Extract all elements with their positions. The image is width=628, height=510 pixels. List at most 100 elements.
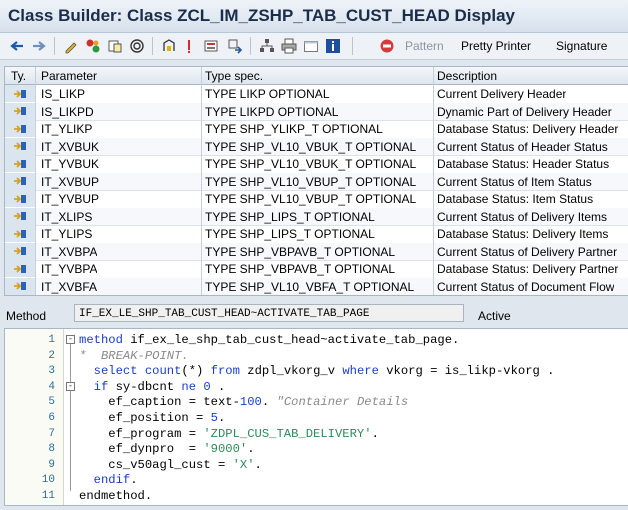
code-line[interactable]: 5 ef_caption = text-100. "Container Deta…: [5, 395, 628, 411]
table-row[interactable]: IT_XVBUK TYPE SHP_VL10_VBUK_T OPTIONAL Cur…: [5, 137, 628, 156]
line-number: 2: [48, 349, 55, 362]
code-token: ef_dynpro =: [79, 442, 204, 457]
table-row[interactable]: IT_YVBUP TYPE SHP_VL10_VBUP_T OPTIONAL Dat…: [5, 190, 628, 209]
line-number: 11: [41, 490, 55, 502]
abap-editor[interactable]: 1- method if_ex_le_shp_tab_cust_head~acti…: [4, 328, 628, 506]
code-text: ef_position = 5.: [79, 411, 225, 427]
code-line[interactable]: 11 endmethod.: [5, 489, 628, 505]
code-line[interactable]: 9 cs_v50agl_cust = 'X'.: [5, 458, 628, 474]
code-token: .: [371, 426, 379, 441]
hierarchy-icon[interactable]: [258, 37, 276, 55]
window-title: Class Builder: Class ZCL_IM_ZSHP_TAB_CUS…: [8, 6, 515, 25]
param-description: Current Status of Item Status: [437, 174, 592, 189]
code-line[interactable]: 3 select count(*) from zdpl_vkorg_v wher…: [5, 364, 628, 380]
code-token: 5: [210, 411, 218, 425]
code-token: * BREAK-POINT.: [79, 348, 189, 363]
param-description: Current Delivery Header: [437, 87, 567, 101]
pretty-printer-button[interactable]: Pretty Printer: [461, 39, 531, 53]
activate-icon[interactable]: [106, 37, 124, 55]
code-text: ef_program = 'ZDPL_CUS_TAB_DELIVERY'.: [79, 427, 379, 443]
print-icon[interactable]: [280, 37, 298, 55]
pattern-button[interactable]: Pattern: [405, 39, 444, 53]
importing-param-icon: [5, 242, 35, 260]
importing-param-icon: [5, 260, 35, 277]
param-description: Current Status of Delivery Items: [437, 209, 608, 224]
param-type-spec: TYPE SHP_LIPS_T OPTIONAL: [205, 227, 375, 241]
code-line[interactable]: 2 * BREAK-POINT.: [5, 349, 628, 365]
param-description: Database Status: Delivery Header: [437, 122, 619, 136]
line-number: 8: [48, 443, 55, 456]
header-parameter[interactable]: Parameter: [41, 69, 97, 83]
code-line[interactable]: 10 endif.: [5, 473, 628, 489]
fold-toggle-icon[interactable]: -: [66, 335, 75, 344]
param-type-spec: TYPE SHP_VBPAVB_T OPTIONAL: [205, 262, 396, 276]
where-used-icon[interactable]: [128, 37, 146, 55]
back-icon[interactable]: [8, 37, 26, 55]
table-row[interactable]: IT_XVBFA TYPE SHP_VL10_VBFA_T OPTIONAL Cur…: [5, 277, 628, 295]
code-token: ef_caption = text-: [79, 395, 240, 410]
display-change-icon[interactable]: [84, 37, 102, 55]
param-name: IT_YLIPS: [41, 227, 93, 241]
code-token: vkorg = is_likp-vkorg .: [378, 364, 555, 379]
code-line[interactable]: 7 ef_program = 'ZDPL_CUS_TAB_DELIVERY'.: [5, 427, 628, 443]
code-token: .: [210, 379, 226, 394]
importing-param-icon: [5, 190, 35, 207]
code-token: from: [210, 364, 240, 379]
object-list-icon[interactable]: [182, 37, 196, 55]
header-type-spec[interactable]: Type spec.: [205, 69, 263, 83]
code-line[interactable]: 1 - method if_ex_le_shp_tab_cust_head~acti…: [5, 333, 628, 349]
table-row[interactable]: IT_YLIPS TYPE SHP_LIPS_T OPTIONAL Database…: [5, 225, 628, 244]
code-token: zdpl_vkorg_v: [239, 364, 343, 379]
importing-param-icon: [5, 277, 35, 295]
signature-button[interactable]: Signature: [556, 39, 607, 53]
importing-param-icon: [5, 225, 35, 242]
code-token: 'ZDPL_CUS_TAB_DELIVERY': [203, 426, 372, 441]
info-icon[interactable]: [324, 37, 342, 55]
header-ty[interactable]: Ty.: [11, 69, 26, 83]
code-token: select count: [93, 364, 182, 379]
param-description: Current Status of Delivery Partner: [437, 244, 618, 259]
test-icon[interactable]: [160, 37, 178, 55]
table-row[interactable]: IT_YVBUK TYPE SHP_VL10_VBUK_T OPTIONAL Dat…: [5, 155, 628, 174]
param-type-spec: TYPE SHP_VL10_VBUK_T OPTIONAL: [205, 157, 417, 171]
code-token: '9000': [203, 442, 248, 457]
importing-param-icon: [5, 207, 35, 225]
code-line[interactable]: 4 - if sy-dbcnt ne 0 .: [5, 380, 628, 396]
param-description: Database Status: Delivery Partner: [437, 262, 619, 276]
param-name: IT_XVBFA: [41, 279, 98, 294]
pattern-icon: [378, 37, 396, 55]
importing-param-icon: [5, 172, 35, 190]
header-description[interactable]: Description: [437, 69, 497, 83]
code-token: sy-dbcnt: [108, 379, 182, 394]
breakpoint-icon[interactable]: [202, 37, 220, 55]
line-number: 1: [48, 334, 55, 346]
table-row[interactable]: IT_XVBPA TYPE SHP_VBPAVB_T OPTIONAL Curren…: [5, 242, 628, 261]
fullscreen-icon[interactable]: [302, 37, 320, 55]
code-text: ef_dynpro = '9000'.: [79, 442, 254, 458]
navigate-icon[interactable]: [226, 37, 244, 55]
line-number: 9: [48, 458, 55, 471]
table-row[interactable]: IT_XLIPS TYPE SHP_LIPS_T OPTIONAL Current …: [5, 207, 628, 226]
code-token: ef_position =: [79, 411, 211, 425]
line-number: 10: [41, 474, 55, 487]
table-body: IS_LIKP TYPE LIKP OPTIONAL Current Deliver…: [5, 85, 628, 295]
param-type-spec: TYPE SHP_YLIKP_T OPTIONAL: [205, 122, 383, 136]
param-description: Database Status: Header Status: [437, 157, 610, 171]
code-line[interactable]: 8 ef_dynpro = '9000'.: [5, 442, 628, 458]
param-name: IT_YVBUP: [41, 192, 100, 206]
code-line[interactable]: 6 ef_position = 5.: [5, 411, 628, 427]
table-row[interactable]: IT_XVBUP TYPE SHP_VL10_VBUP_T OPTIONAL Cur…: [5, 172, 628, 191]
edit-icon[interactable]: [62, 37, 80, 55]
fold-toggle-icon[interactable]: -: [66, 381, 75, 391]
param-name: IT_YVBPA: [41, 262, 98, 276]
table-row[interactable]: IT_YLIKP TYPE SHP_YLIKP_T OPTIONAL Databas…: [5, 120, 628, 139]
forward-icon[interactable]: [30, 37, 48, 55]
param-name: IT_XLIPS: [41, 209, 93, 224]
method-name-field[interactable]: IF_EX_LE_SHP_TAB_CUST_HEAD~ACTIVATE_TAB_…: [74, 304, 464, 322]
code-token: method: [79, 333, 123, 347]
table-row[interactable]: IS_LIKP TYPE LIKP OPTIONAL Current Deliver…: [5, 85, 628, 104]
table-row[interactable]: IT_YVBPA TYPE SHP_VBPAVB_T OPTIONAL Databa…: [5, 260, 628, 279]
table-row[interactable]: IS_LIKPD TYPE LIKPD OPTIONAL Dynamic Part …: [5, 102, 628, 121]
